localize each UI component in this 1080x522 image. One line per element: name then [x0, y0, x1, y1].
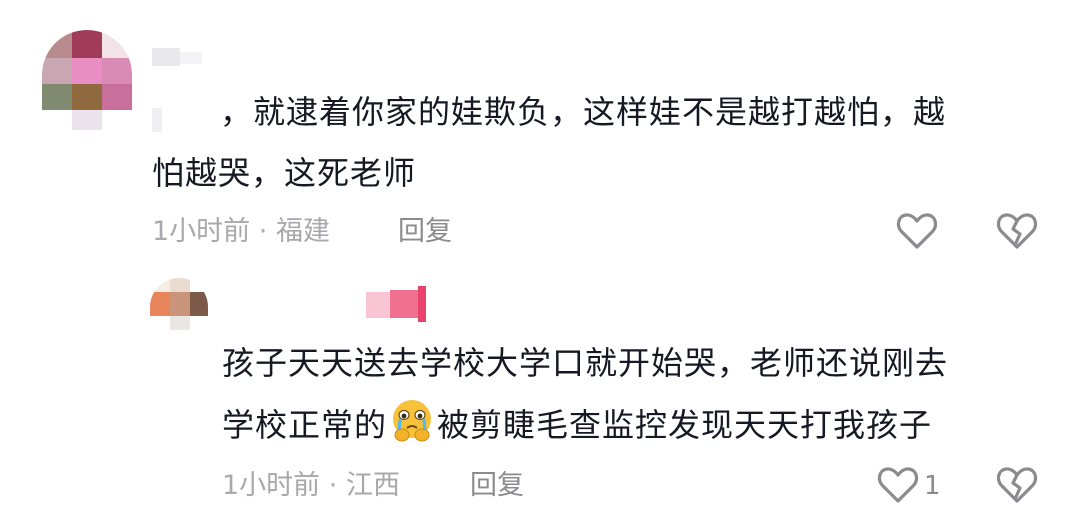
username-redacted[interactable]	[366, 286, 430, 322]
timestamp: 1小时前	[222, 470, 321, 501]
comment-text-line: 孩子天天送去学校大学口就开始哭，老师还说刚去	[222, 344, 949, 382]
meta-separator: ·	[258, 216, 268, 247]
location: 福建	[275, 216, 330, 247]
reply-button[interactable]: 回复	[398, 212, 452, 252]
broken-heart-icon[interactable]	[996, 211, 1038, 251]
comment-text-segment: 学校正常的	[222, 406, 388, 444]
timestamp: 1小时前	[152, 216, 251, 247]
like-count: 1	[924, 471, 941, 501]
comment-meta: 1小时前 · 福建	[152, 212, 330, 252]
avatar[interactable]	[42, 30, 132, 130]
comment-text-line: ，就逮着你家的娃欺负，这样娃不是越打越怕，越	[220, 93, 947, 131]
text-redacted	[152, 108, 178, 132]
comment-text-line: 怕越哭，这死老师	[152, 154, 417, 192]
meta-separator: ·	[328, 470, 338, 501]
username-redacted[interactable]	[152, 48, 232, 68]
comment-text-line: 学校正常的 被剪睫毛查监控发现天天打我孩子	[222, 395, 932, 456]
comment-meta: 1小时前 · 江西	[222, 466, 400, 506]
heart-outline-icon[interactable]	[877, 465, 919, 505]
comment-text-segment: 被剪睫毛查监控发现天天打我孩子	[437, 406, 933, 444]
crying-face-hands-emoji	[393, 400, 432, 442]
avatar[interactable]	[150, 278, 208, 330]
reply-button[interactable]: 回复	[470, 466, 524, 506]
heart-outline-icon[interactable]	[896, 211, 938, 251]
broken-heart-icon[interactable]	[996, 465, 1038, 505]
location: 江西	[345, 470, 400, 501]
